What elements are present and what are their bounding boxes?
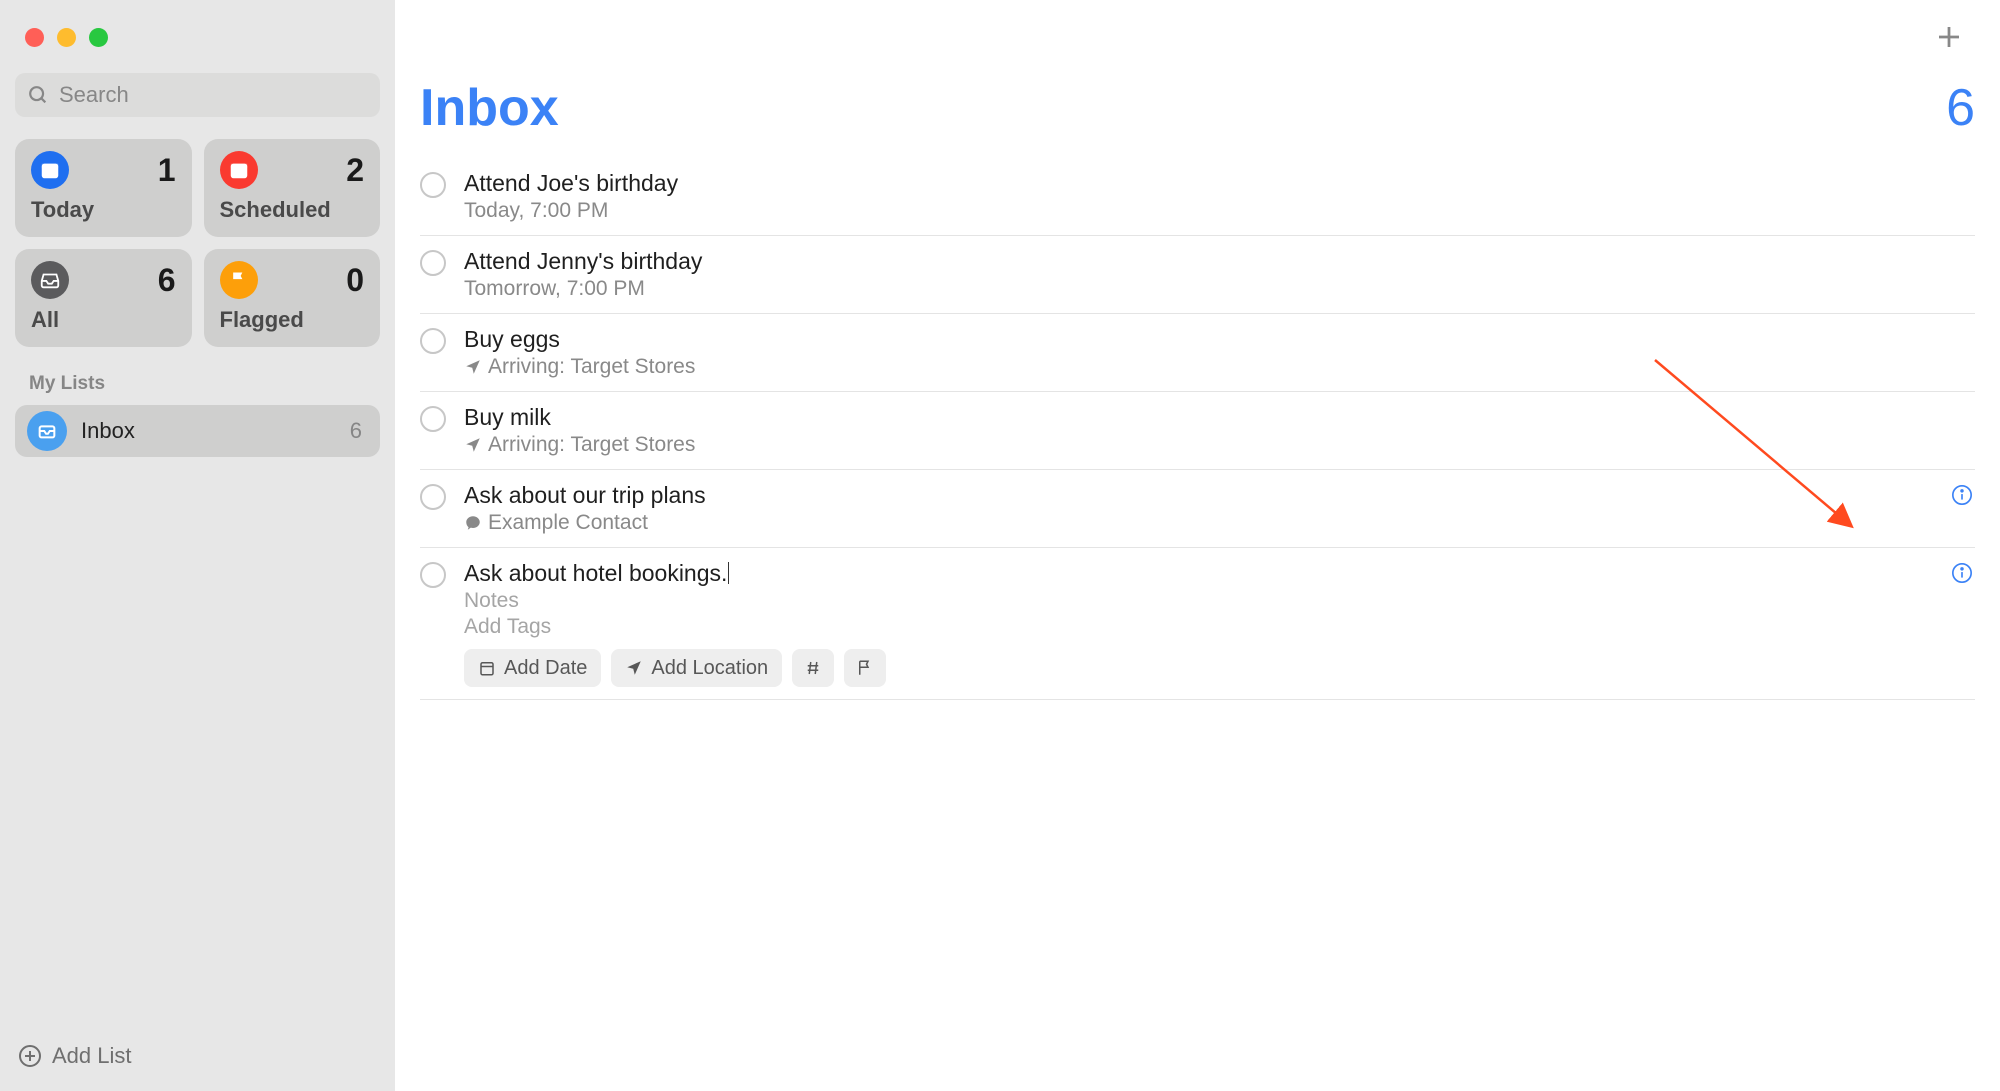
- reminder-row[interactable]: Attend Joe's birthday Today, 7:00 PM: [420, 158, 1975, 236]
- minimize-window-button[interactable]: [57, 28, 76, 47]
- location-arrow-icon: [464, 436, 482, 454]
- plus-icon: [1934, 22, 1964, 52]
- tags-input[interactable]: Add Tags: [464, 615, 1975, 639]
- flag-icon: [220, 261, 258, 299]
- add-reminder-button[interactable]: [1934, 22, 1964, 57]
- smart-label: Today: [31, 197, 176, 223]
- reminder-title: Ask about our trip plans: [464, 482, 1975, 509]
- reminder-checkbox[interactable]: [420, 484, 446, 510]
- hash-icon: [804, 659, 822, 677]
- reminder-subtitle: Arriving: Target Stores: [464, 355, 1975, 379]
- plus-circle-icon: [18, 1044, 42, 1068]
- info-icon[interactable]: [1951, 562, 1973, 589]
- smart-count: 6: [158, 262, 176, 299]
- list-icon: [27, 411, 67, 451]
- message-icon: [464, 514, 482, 532]
- add-location-button[interactable]: Add Location: [611, 649, 782, 687]
- reminder-subtitle: Today, 7:00 PM: [464, 199, 1975, 223]
- search-input[interactable]: Search: [15, 73, 380, 117]
- reminder-title: Attend Jenny's birthday: [464, 248, 1975, 275]
- smart-count: 0: [346, 262, 364, 299]
- search-placeholder: Search: [59, 82, 129, 108]
- smart-label: All: [31, 307, 176, 333]
- tray-icon: [31, 261, 69, 299]
- reminder-title-input[interactable]: Ask about hotel bookings.: [464, 560, 1975, 587]
- smart-count: 2: [346, 152, 364, 189]
- info-icon[interactable]: [1951, 484, 1973, 511]
- smart-card-all[interactable]: 6 All: [15, 249, 192, 347]
- reminder-row-editing[interactable]: Ask about hotel bookings. Notes Add Tags…: [420, 548, 1975, 700]
- notes-input[interactable]: Notes: [464, 589, 1975, 613]
- flag-icon: [856, 659, 874, 677]
- reminder-row[interactable]: Buy eggs Arriving: Target Stores: [420, 314, 1975, 392]
- add-list-button[interactable]: Add List: [18, 1043, 132, 1069]
- my-lists-header: My Lists: [15, 373, 380, 395]
- list-name: Inbox: [81, 418, 336, 444]
- maximize-window-button[interactable]: [89, 28, 108, 47]
- smart-label: Flagged: [220, 307, 365, 333]
- location-arrow-icon: [625, 659, 643, 677]
- reminder-count: 6: [1946, 78, 1975, 138]
- smart-count: 1: [158, 152, 176, 189]
- list-count: 6: [350, 418, 362, 444]
- add-list-label: Add List: [52, 1043, 132, 1069]
- reminder-checkbox[interactable]: [420, 172, 446, 198]
- search-icon: [27, 84, 49, 106]
- reminder-title: Attend Joe's birthday: [464, 170, 1975, 197]
- reminder-row[interactable]: Ask about our trip plans Example Contact: [420, 470, 1975, 548]
- add-flag-button[interactable]: [844, 649, 886, 687]
- smart-lists-grid: 1 Today 2 Scheduled 6 All: [15, 139, 380, 347]
- reminder-checkbox[interactable]: [420, 406, 446, 432]
- add-tag-button[interactable]: [792, 649, 834, 687]
- calendar-icon: [31, 151, 69, 189]
- smart-label: Scheduled: [220, 197, 365, 223]
- reminder-checkbox[interactable]: [420, 250, 446, 276]
- reminder-subtitle: Example Contact: [464, 511, 1975, 535]
- main-pane: Inbox 6 Attend Joe's birthday Today, 7:0…: [395, 0, 2000, 1091]
- reminder-row[interactable]: Buy milk Arriving: Target Stores: [420, 392, 1975, 470]
- reminder-subtitle: Arriving: Target Stores: [464, 433, 1975, 457]
- reminder-title: Buy eggs: [464, 326, 1975, 353]
- window-controls: [15, 0, 380, 47]
- reminder-checkbox[interactable]: [420, 328, 446, 354]
- calendar-icon: [220, 151, 258, 189]
- reminder-row[interactable]: Attend Jenny's birthday Tomorrow, 7:00 P…: [420, 236, 1975, 314]
- sidebar: Search 1 Today 2 Scheduled: [0, 0, 395, 1091]
- smart-card-today[interactable]: 1 Today: [15, 139, 192, 237]
- main-header: Inbox 6: [420, 78, 1975, 158]
- smart-card-scheduled[interactable]: 2 Scheduled: [204, 139, 381, 237]
- smart-card-flagged[interactable]: 0 Flagged: [204, 249, 381, 347]
- sidebar-list-inbox[interactable]: Inbox 6: [15, 405, 380, 457]
- reminder-checkbox[interactable]: [420, 562, 446, 588]
- reminder-subtitle: Tomorrow, 7:00 PM: [464, 277, 1975, 301]
- page-title: Inbox: [420, 78, 559, 138]
- calendar-icon: [478, 659, 496, 677]
- quick-actions-row: Add Date Add Location: [464, 649, 1975, 687]
- reminder-title: Buy milk: [464, 404, 1975, 431]
- location-arrow-icon: [464, 358, 482, 376]
- close-window-button[interactable]: [25, 28, 44, 47]
- add-date-button[interactable]: Add Date: [464, 649, 601, 687]
